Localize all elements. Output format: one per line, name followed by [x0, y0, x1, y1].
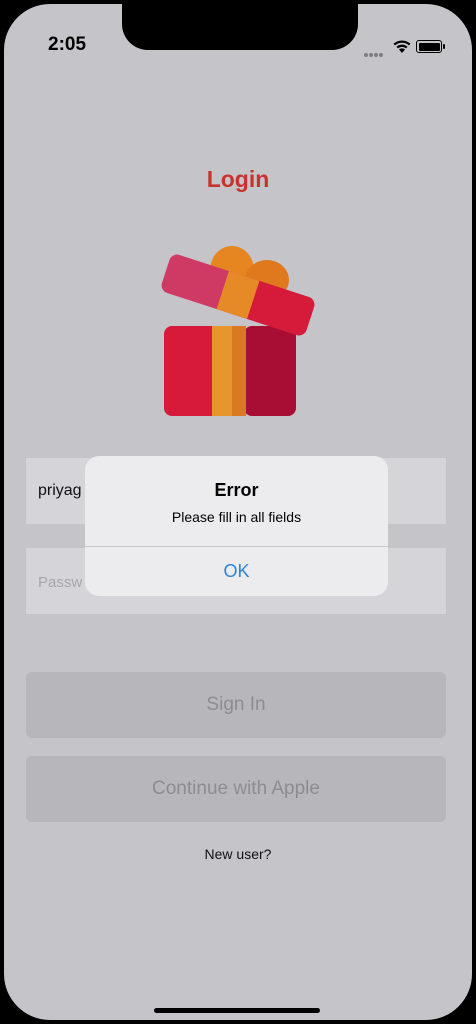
gift-icon — [161, 246, 315, 416]
status-time: 2:05 — [48, 34, 87, 55]
phone-screen: 2:05 Login priyag Passw Sign In Continue… — [4, 4, 472, 1020]
continue-with-apple-button[interactable]: Continue with Apple — [26, 756, 446, 822]
page-title: Login — [206, 166, 270, 192]
sign-in-button[interactable]: Sign In — [26, 672, 446, 738]
battery-icon — [416, 40, 442, 53]
error-alert: Error Please fill in all fields OK — [85, 456, 388, 596]
home-indicator[interactable] — [154, 1008, 320, 1013]
status-icons — [364, 38, 454, 57]
wifi-icon — [393, 40, 411, 53]
signal-icon — [364, 44, 384, 62]
new-user-link[interactable]: New user? — [4, 846, 472, 862]
battery-tip — [443, 44, 445, 49]
alert-title: Error — [214, 480, 259, 500]
alert-ok-button[interactable]: OK — [85, 547, 388, 596]
notch — [122, 4, 358, 50]
password-placeholder: Passw — [38, 574, 83, 591]
alert-message: Please fill in all fields — [171, 509, 302, 525]
email-value: priyag — [38, 482, 82, 499]
